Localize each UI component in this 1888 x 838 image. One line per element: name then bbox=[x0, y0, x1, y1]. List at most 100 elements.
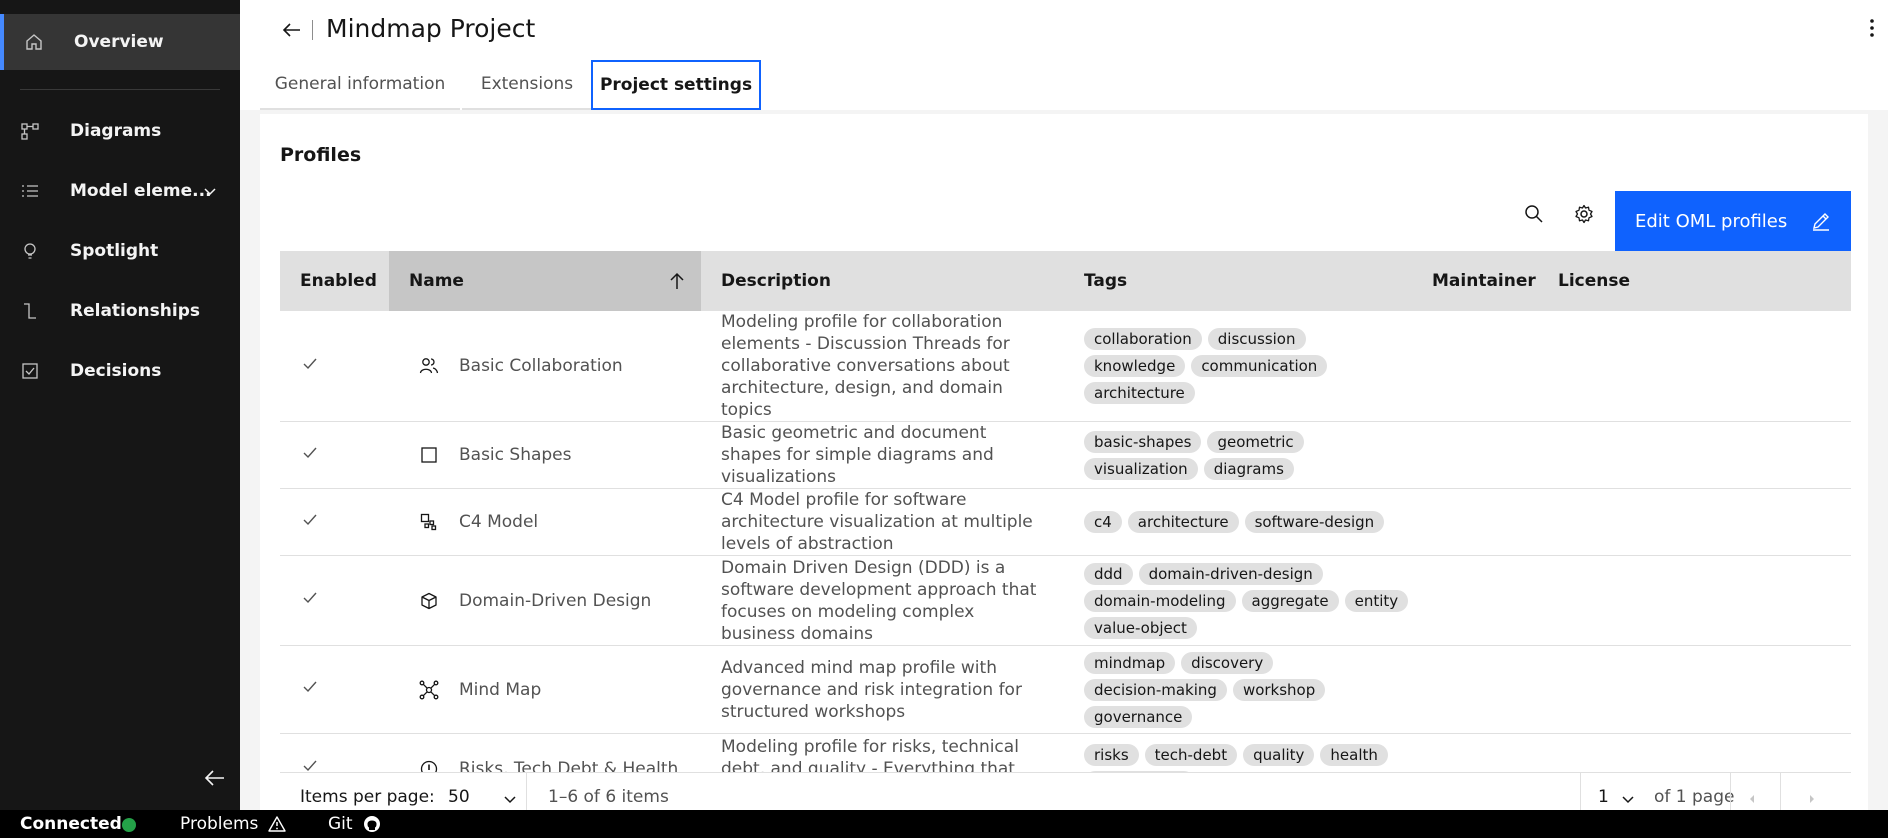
tag: domain-modeling bbox=[1084, 589, 1236, 612]
tag: discovery bbox=[1181, 651, 1274, 674]
git-label: Git bbox=[328, 814, 353, 834]
checkmark-icon bbox=[302, 445, 318, 461]
tag: risks bbox=[1084, 744, 1139, 766]
table-row[interactable]: Domain-Driven Design Domain Driven Desig… bbox=[280, 555, 1851, 646]
arrow-left-icon bbox=[280, 23, 304, 46]
page-count: of 1 page bbox=[1654, 787, 1735, 807]
tag: knowledge bbox=[1084, 355, 1186, 377]
tag: architecture bbox=[1084, 382, 1195, 404]
page-header: Mindmap Project General information Exte… bbox=[240, 0, 1888, 110]
divider bbox=[1780, 773, 1781, 810]
tab-general-information[interactable]: General information bbox=[260, 60, 460, 110]
chevron-down-icon[interactable] bbox=[1620, 791, 1636, 807]
checkbox-icon bbox=[20, 361, 40, 381]
tag-list: ddd domain-driven-design domain-modeling… bbox=[1084, 559, 1412, 643]
items-per-page-label: Items per page: bbox=[300, 787, 435, 807]
column-header-name[interactable]: Name bbox=[389, 251, 701, 311]
profile-name: Basic Shapes bbox=[459, 445, 572, 465]
column-header-label: Name bbox=[409, 271, 464, 291]
tag: value-object bbox=[1084, 616, 1197, 639]
collapse-sidebar-button[interactable] bbox=[202, 767, 228, 793]
previous-page-button[interactable] bbox=[1744, 791, 1760, 807]
column-header-tags[interactable]: Tags bbox=[1064, 251, 1412, 311]
gear-icon bbox=[1574, 204, 1594, 228]
table-row[interactable]: Basic Shapes Basic geometric and documen… bbox=[280, 421, 1851, 489]
profiles-panel: Profiles Edit OML profiles Enabled Name bbox=[260, 114, 1868, 810]
sidebar-divider bbox=[20, 89, 220, 90]
next-page-button[interactable] bbox=[1804, 791, 1820, 807]
tag: software-design bbox=[1244, 511, 1385, 533]
checkmark-icon bbox=[302, 512, 318, 528]
sidebar-item-label: Diagrams bbox=[70, 121, 162, 141]
table-row[interactable]: Basic Collaboration Modeling profile for… bbox=[280, 311, 1851, 422]
search-button[interactable] bbox=[1510, 192, 1558, 240]
problems-button[interactable]: Problems bbox=[180, 810, 287, 838]
tag-list: mindmap discovery decision-making worksh… bbox=[1084, 648, 1412, 732]
page-select[interactable]: 1 bbox=[1598, 787, 1609, 807]
title-separator bbox=[312, 20, 313, 40]
table-row[interactable]: C4 Model C4 Model profile for software a… bbox=[280, 488, 1851, 556]
profile-name: Mind Map bbox=[459, 679, 542, 700]
sidebar-item-model-elements[interactable]: Model eleme... bbox=[0, 163, 240, 219]
items-per-page-select[interactable]: 50 bbox=[448, 787, 470, 807]
search-icon bbox=[1524, 204, 1544, 228]
relationship-icon bbox=[20, 301, 40, 321]
arrow-left-icon bbox=[203, 766, 227, 794]
diagram-icon bbox=[20, 121, 40, 141]
sidebar-item-label: Decisions bbox=[70, 361, 162, 381]
sidebar-item-label: Overview bbox=[74, 32, 164, 52]
overflow-menu-button[interactable] bbox=[1860, 18, 1884, 42]
sidebar-item-label: Relationships bbox=[70, 301, 200, 321]
edit-icon bbox=[1811, 211, 1831, 231]
connection-status: Connected bbox=[20, 814, 122, 834]
sidebar-item-relationships[interactable]: Relationships bbox=[0, 283, 240, 339]
column-header-license[interactable]: License bbox=[1538, 251, 1851, 311]
tag: geometric bbox=[1207, 430, 1304, 453]
checkmark-icon bbox=[302, 356, 318, 372]
back-button[interactable] bbox=[280, 18, 304, 42]
sidebar-item-spotlight[interactable]: Spotlight bbox=[0, 223, 240, 279]
tab-project-settings[interactable]: Project settings bbox=[591, 60, 761, 110]
divider bbox=[526, 773, 527, 810]
mindmap-icon bbox=[419, 680, 439, 700]
tag-list: collaboration discussion knowledge commu… bbox=[1084, 324, 1412, 408]
sidebar-item-overview[interactable]: Overview bbox=[0, 14, 240, 70]
settings-button[interactable] bbox=[1560, 192, 1608, 240]
profile-description: Modeling profile for collaboration eleme… bbox=[701, 311, 1064, 422]
list-icon bbox=[20, 181, 40, 201]
overflow-menu-icon bbox=[1869, 18, 1875, 42]
warning-icon bbox=[268, 815, 287, 833]
lightbulb-icon bbox=[20, 241, 40, 261]
column-header-maintainer[interactable]: Maintainer bbox=[1412, 251, 1538, 311]
profile-name: Basic Collaboration bbox=[459, 356, 623, 376]
column-header-description[interactable]: Description bbox=[701, 251, 1064, 311]
column-header-enabled[interactable]: Enabled bbox=[280, 251, 389, 311]
profile-name: Domain-Driven Design bbox=[459, 590, 652, 611]
tag: mindmap bbox=[1084, 651, 1176, 674]
profile-name: C4 Model bbox=[459, 512, 539, 532]
tab-extensions[interactable]: Extensions bbox=[462, 60, 592, 110]
sidebar-item-decisions[interactable]: Decisions bbox=[0, 343, 240, 399]
divider bbox=[1580, 773, 1581, 810]
checkmark-icon bbox=[302, 590, 318, 606]
profile-description: Basic geometric and document shapes for … bbox=[701, 421, 1064, 489]
tag: discussion bbox=[1207, 328, 1306, 350]
github-icon bbox=[363, 815, 381, 833]
sort-ascending-icon bbox=[667, 271, 687, 291]
divider bbox=[1730, 773, 1731, 810]
square-icon bbox=[419, 445, 439, 465]
table-header-row: Enabled Name Description Tags Maintainer… bbox=[280, 251, 1851, 311]
sidebar-item-diagrams[interactable]: Diagrams bbox=[0, 103, 240, 159]
git-button[interactable]: Git bbox=[328, 810, 381, 838]
tag: diagrams bbox=[1203, 457, 1294, 480]
tag: ddd bbox=[1084, 562, 1133, 585]
table-row[interactable]: Mind Map Advanced mind map profile with … bbox=[280, 645, 1851, 734]
profile-description: Advanced mind map profile with governanc… bbox=[701, 645, 1064, 734]
tag: domain-driven-design bbox=[1138, 562, 1323, 585]
edit-oml-profiles-button[interactable]: Edit OML profiles bbox=[1615, 191, 1851, 251]
pagination: Items per page: 50 1–6 of 6 items 1 of 1… bbox=[280, 772, 1851, 810]
chevron-down-icon[interactable] bbox=[502, 791, 518, 807]
tag-list: c4 architecture software-design bbox=[1084, 507, 1412, 537]
problems-label: Problems bbox=[180, 814, 259, 834]
chevron-down-icon[interactable] bbox=[202, 183, 218, 199]
